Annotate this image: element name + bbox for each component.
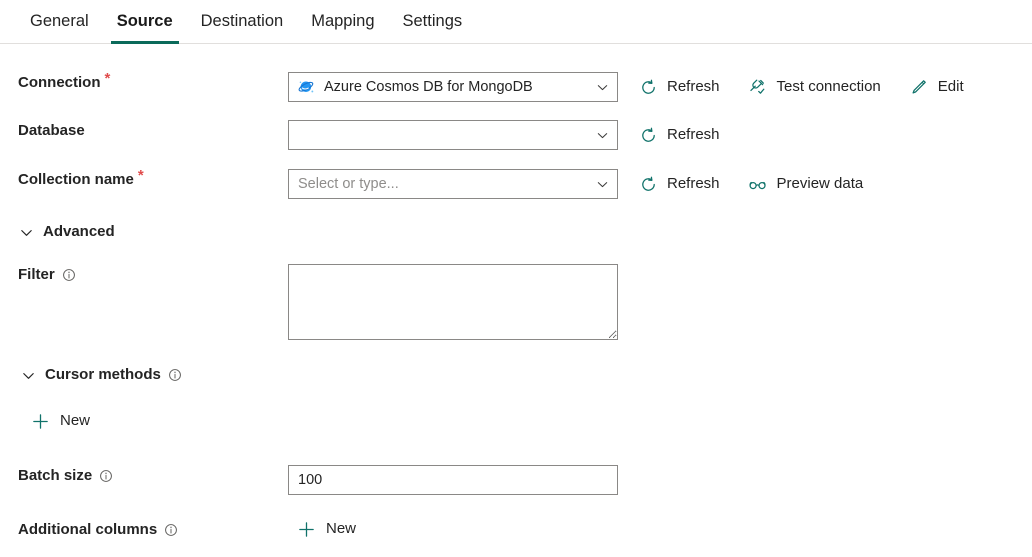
plug-check-icon <box>748 77 768 97</box>
additional-columns-label-text: Additional columns <box>18 521 158 538</box>
info-icon[interactable] <box>168 368 182 382</box>
collection-name-dropdown[interactable]: Select or type... <box>288 169 618 199</box>
batch-size-row: Batch size 100 <box>0 465 1032 495</box>
collection-name-label: Collection name * <box>0 167 288 191</box>
database-label-text: Database <box>18 122 85 139</box>
action-label: Refresh <box>667 126 720 143</box>
action-label: Preview data <box>776 175 864 192</box>
tab-mapping[interactable]: Mapping <box>297 0 388 43</box>
info-icon[interactable] <box>99 469 113 483</box>
cursor-methods-new-button[interactable]: New <box>30 411 90 431</box>
action-label: Refresh <box>667 175 720 192</box>
tab-general[interactable]: General <box>16 0 103 43</box>
pencil-icon <box>909 77 929 97</box>
new-label: New <box>60 412 91 429</box>
cursor-methods-label: Cursor methods <box>45 366 161 383</box>
action-label: Refresh <box>667 78 720 95</box>
tab-label: Destination <box>200 12 284 30</box>
batch-size-label: Batch size <box>0 465 288 487</box>
tab-label: Mapping <box>311 12 375 30</box>
source-form: Connection * Azure Cosmos DB for MongoDB <box>0 44 1032 545</box>
glasses-icon <box>748 174 768 194</box>
refresh-icon <box>638 77 658 97</box>
filter-input[interactable] <box>288 264 618 340</box>
tab-label: Source <box>116 12 173 30</box>
database-dropdown[interactable] <box>288 120 618 150</box>
database-refresh-button[interactable]: Refresh <box>638 125 720 145</box>
filter-label: Filter <box>0 264 288 286</box>
connection-label: Connection * <box>0 70 288 94</box>
cosmos-db-icon <box>298 79 315 96</box>
batch-size-value: 100 <box>298 472 323 488</box>
additional-columns-label: Additional columns <box>0 519 288 541</box>
refresh-icon <box>638 174 658 194</box>
action-label: Test connection <box>776 78 881 95</box>
required-asterisk: * <box>137 167 144 184</box>
collection-name-row: Collection name * Select or type... Refr… <box>0 167 1032 199</box>
collection-name-value: Select or type... <box>298 176 399 192</box>
advanced-section-header[interactable]: Advanced <box>0 221 1032 243</box>
required-asterisk: * <box>104 70 111 87</box>
collection-actions: Refresh Preview data <box>618 169 863 199</box>
filter-label-text: Filter <box>18 266 55 283</box>
preview-data-button[interactable]: Preview data <box>748 174 864 194</box>
chevron-down-icon[interactable] <box>595 177 609 191</box>
refresh-icon <box>638 125 658 145</box>
tab-settings[interactable]: Settings <box>389 0 477 43</box>
action-label: Edit <box>937 78 964 95</box>
tab-label: Settings <box>402 12 463 30</box>
chevron-down-icon[interactable] <box>595 80 609 94</box>
batch-size-label-text: Batch size <box>18 467 93 484</box>
plus-icon <box>296 519 316 539</box>
plus-icon <box>30 411 50 431</box>
tab-source[interactable]: Source <box>103 0 187 44</box>
info-icon[interactable] <box>62 268 76 282</box>
advanced-label: Advanced <box>43 223 115 240</box>
info-icon[interactable] <box>164 523 178 537</box>
connection-dropdown[interactable]: Azure Cosmos DB for MongoDB <box>288 72 618 102</box>
tab-strip: General Source Destination Mapping Setti… <box>0 0 1032 44</box>
additional-columns-new-button[interactable]: New <box>296 519 356 539</box>
chevron-down-icon <box>20 367 36 383</box>
connection-actions: Refresh Test connection Edit <box>618 72 964 102</box>
database-row: Database Refresh <box>0 120 1032 150</box>
database-actions: Refresh <box>618 120 720 150</box>
batch-size-input[interactable]: 100 <box>288 465 618 495</box>
edit-connection-button[interactable]: Edit <box>909 77 964 97</box>
connection-row: Connection * Azure Cosmos DB for MongoDB <box>0 70 1032 102</box>
connection-refresh-button[interactable]: Refresh <box>638 77 720 97</box>
additional-columns-row: Additional columns New <box>0 519 1032 545</box>
connection-value: Azure Cosmos DB for MongoDB <box>324 79 533 95</box>
collection-name-label-text: Collection name <box>18 171 134 188</box>
tab-label: General <box>30 12 89 30</box>
cursor-methods-new-row: New <box>0 411 1032 437</box>
collection-refresh-button[interactable]: Refresh <box>638 174 720 194</box>
test-connection-button[interactable]: Test connection <box>748 77 881 97</box>
chevron-down-icon[interactable] <box>595 128 609 142</box>
cursor-methods-section-header[interactable]: Cursor methods <box>0 364 1032 386</box>
new-label: New <box>326 520 357 537</box>
chevron-down-icon <box>18 224 34 240</box>
filter-row: Filter <box>0 264 1032 340</box>
connection-label-text: Connection <box>18 74 101 91</box>
database-label: Database <box>0 120 288 142</box>
tab-destination[interactable]: Destination <box>187 0 298 43</box>
